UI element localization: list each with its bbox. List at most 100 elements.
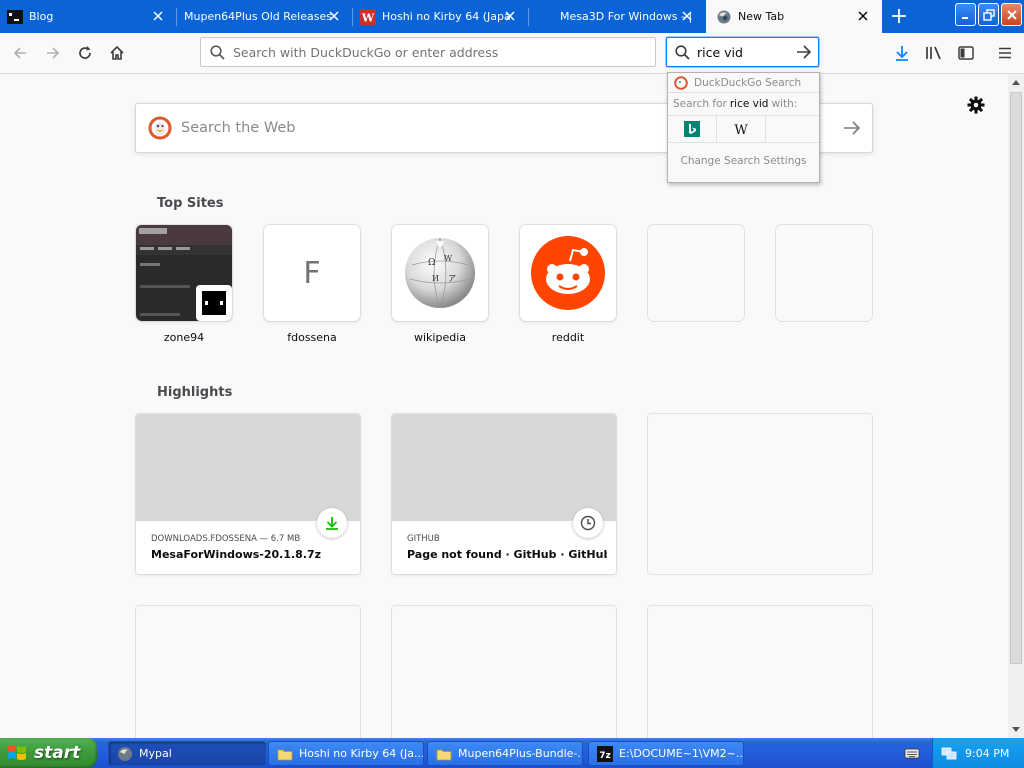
svg-text:W: W (734, 123, 748, 136)
top-site-tile[interactable] (520, 225, 616, 321)
reload-button[interactable] (71, 39, 99, 67)
download-icon (317, 508, 347, 538)
highlight-card-mesa[interactable]: DOWNLOADS.FDOSSENA — 6.7 MB MesaForWindo… (136, 414, 360, 574)
menu-button[interactable] (991, 39, 1019, 67)
scroll-up-button[interactable] (1008, 74, 1024, 90)
tab-title: Hoshi no Kirby 64 (Japa (382, 10, 511, 23)
taskbar: start Mypal Hoshi no Kirby 64 (Ja... Mup… (0, 738, 1024, 768)
restore-button[interactable] (978, 3, 999, 26)
taskbar-item-mypal[interactable]: Mypal (108, 741, 266, 766)
new-tab-button[interactable] (884, 2, 914, 30)
tab-hoshi-no-kirby[interactable]: W Hoshi no Kirby 64 (Japa (353, 0, 529, 33)
keyboard-icon[interactable] (904, 745, 920, 761)
tab-mupen64plus[interactable]: Mupen64Plus Old Releases (177, 0, 353, 33)
search-for-row: Search for rice vid with: (668, 93, 819, 115)
close-icon[interactable] (327, 9, 341, 23)
top-site-tile[interactable]: Ω W И ア (392, 225, 488, 321)
home-icon (110, 45, 124, 60)
top-site-tile[interactable] (136, 225, 232, 321)
back-arrow-icon (13, 47, 26, 59)
vertical-scrollbar[interactable] (1008, 74, 1024, 738)
svg-text:W: W (444, 254, 453, 263)
svg-text:И: И (432, 274, 439, 283)
one-off-engines: W (668, 115, 819, 143)
taskbar-item-hoshi-folder[interactable]: Hoshi no Kirby 64 (Ja... (268, 741, 424, 766)
clock[interactable]: 9:04 PM (965, 747, 1009, 760)
system-tray: 9:04 PM (932, 738, 1024, 768)
search-bar[interactable]: rice vid (666, 37, 819, 67)
engine-slot-empty (766, 115, 815, 143)
highlight-placeholder (648, 414, 872, 574)
plus-icon (892, 9, 906, 23)
highlights-title: Highlights (157, 385, 233, 400)
top-site-zone94[interactable]: zone94 (136, 225, 232, 344)
downloads-button[interactable] (888, 39, 916, 67)
current-engine-row[interactable]: DuckDuckGo Search (668, 73, 819, 93)
bing-engine-button[interactable] (668, 115, 717, 143)
top-site-label: fdossena (287, 331, 337, 344)
7zip-icon: 7z (597, 745, 613, 762)
search-icon (201, 44, 233, 60)
tab-blog[interactable]: Blog (0, 0, 177, 33)
back-button[interactable] (6, 39, 34, 67)
restore-icon (982, 8, 995, 21)
search-icon (667, 44, 697, 60)
top-site-tile[interactable]: F (264, 225, 360, 321)
network-icon[interactable] (941, 745, 957, 761)
address-input[interactable] (233, 44, 633, 60)
new-tab-page: Search the Web Top Sites zone94 F fdosse… (0, 74, 1008, 738)
highlight-card-github[interactable]: GITHUB Page not found · GitHub · GitHub (392, 414, 616, 574)
svg-text:ア: ア (448, 274, 456, 283)
forward-button[interactable] (39, 39, 67, 67)
svg-text:W: W (361, 11, 375, 24)
taskbar-item-mupen-folder[interactable]: Mupen64Plus-Bundle-... (427, 741, 583, 766)
search-for-suffix: with: (771, 98, 798, 110)
taskbar-item-7zip[interactable]: 7z E:\DOCUME~1\VM2~... (588, 741, 744, 766)
wikipedia-engine-button[interactable]: W (717, 115, 766, 143)
library-icon (926, 46, 941, 60)
duckduckgo-icon (674, 75, 688, 90)
card-source: GITHUB (407, 534, 440, 544)
minimize-button[interactable] (955, 3, 976, 26)
library-button[interactable] (920, 39, 948, 67)
close-icon[interactable] (503, 9, 517, 23)
top-site-wikipedia[interactable]: Ω W И ア wikipedia (392, 225, 488, 344)
close-icon[interactable] (151, 9, 165, 23)
start-button[interactable]: start (0, 738, 97, 768)
empty-tile (776, 225, 872, 321)
card-preview (136, 414, 360, 521)
gear-icon[interactable] (966, 95, 986, 115)
taskbar-item-label: E:\DOCUME~1\VM2~... (619, 747, 744, 760)
change-search-settings-button[interactable]: Change Search Settings (668, 143, 819, 179)
close-icon[interactable] (680, 9, 694, 23)
search-for-prefix: Search for (673, 98, 727, 110)
address-bar[interactable] (200, 37, 656, 67)
empty-tile (648, 225, 744, 321)
wikipedia-globe-icon: Ω W И ア (405, 237, 475, 309)
taskbar-item-label: Hoshi no Kirby 64 (Ja... (299, 747, 424, 760)
close-window-button[interactable] (1001, 3, 1022, 26)
tab-new-tab[interactable]: New Tab (706, 0, 882, 33)
tab-title: Mupen64Plus Old Releases (184, 10, 332, 23)
sidebar-button[interactable] (952, 39, 980, 67)
top-site-reddit[interactable]: reddit (520, 225, 616, 344)
hamburger-menu-icon (999, 47, 1011, 59)
search-for-query: rice vid (729, 98, 769, 110)
search-input[interactable]: rice vid (697, 45, 790, 60)
tab-mesa3d[interactable]: Mesa3D For Windows - | (529, 0, 706, 33)
tab-strip: Blog Mupen64Plus Old Releases W Hoshi no… (0, 0, 1024, 33)
taskbar-item-label: Mupen64Plus-Bundle-... (458, 747, 583, 760)
terminal-icon (7, 9, 23, 25)
reddit-alien-icon (531, 236, 605, 310)
arrow-down-icon (1012, 727, 1020, 732)
close-icon[interactable] (856, 9, 870, 23)
highlight-placeholder (392, 606, 616, 738)
site-letter: F (303, 255, 321, 291)
web-search-go-button[interactable] (832, 120, 872, 136)
home-button[interactable] (103, 39, 131, 67)
card-title: MesaForWindows-20.1.8.7z (151, 548, 322, 561)
scroll-down-button[interactable] (1008, 722, 1024, 738)
scroll-thumb[interactable] (1010, 92, 1022, 664)
top-site-fdossena[interactable]: F fdossena (264, 225, 360, 344)
search-go-button[interactable] (790, 45, 818, 59)
